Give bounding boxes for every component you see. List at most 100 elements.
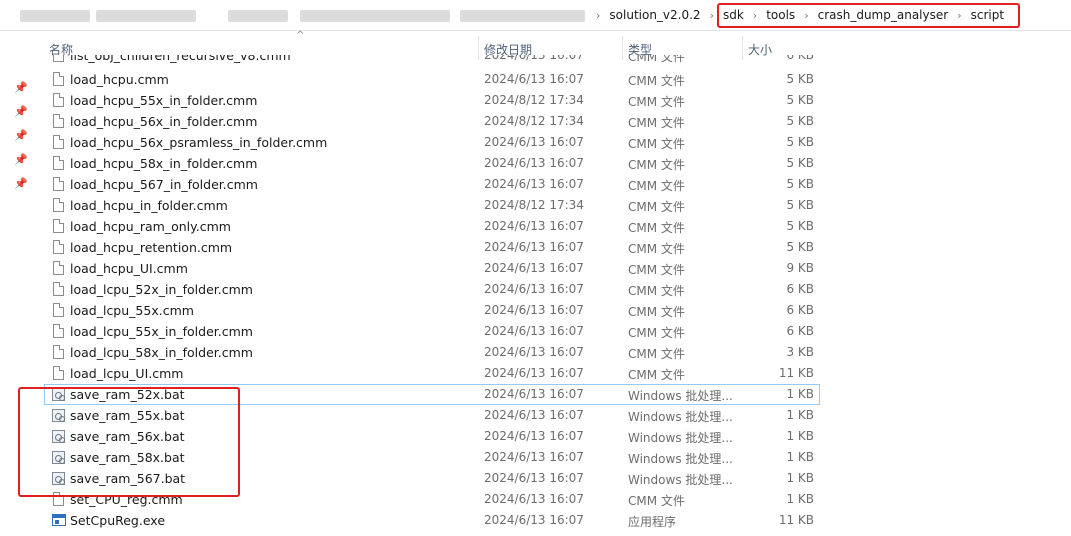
document-icon <box>53 492 64 506</box>
file-date: 2024/6/13 16:07 <box>484 303 584 317</box>
file-row[interactable]: save_ram_567.bat 2024/6/13 16:07 Windows 批… <box>44 468 820 489</box>
file-date: 2024/6/13 16:07 <box>484 366 584 380</box>
file-row[interactable]: load_lcpu_58x_in_folder.cmm 2024/6/13 16:… <box>44 342 820 363</box>
address-bar[interactable]: › solution_v2.0.2 › sdk › tools › crash_… <box>0 0 1071 31</box>
file-type: CMM 文件 <box>628 326 685 340</box>
file-date: 2024/6/13 16:07 <box>484 177 584 191</box>
file-type: CMM 文件 <box>628 494 685 508</box>
file-date: 2024/6/13 16:07 <box>484 429 584 443</box>
file-date: 2024/6/13 16:07 <box>484 261 584 275</box>
file-name: save_ram_567.bat <box>70 471 186 486</box>
breadcrumb-crash-dump-analyser[interactable]: crash_dump_analyser <box>818 8 949 22</box>
file-type: Windows 批处理... <box>628 431 733 445</box>
file-row[interactable]: SetCpuReg.exe 2024/6/13 16:07 应用程序 11 KB <box>44 510 820 531</box>
file-type: CMM 文件 <box>628 74 685 88</box>
batch-file-icon <box>52 472 65 485</box>
file-row[interactable]: load_hcpu_56x_in_folder.cmm 2024/8/12 17:… <box>44 111 820 132</box>
file-date: 2024/6/13 16:07 <box>484 408 584 422</box>
file-row[interactable]: load_hcpu_56x_psramless_in_folder.cmm 202… <box>44 132 820 153</box>
document-icon <box>53 198 64 212</box>
file-row[interactable]: load_lcpu_UI.cmm 2024/6/13 16:07 CMM 文件 11 … <box>44 363 820 384</box>
breadcrumb-script[interactable]: script <box>971 8 1004 22</box>
file-row[interactable]: load_lcpu_52x_in_folder.cmm 2024/6/13 16:… <box>44 279 820 300</box>
document-icon <box>53 240 64 254</box>
file-size: 5 KB <box>786 240 814 254</box>
file-date: 2024/8/12 17:34 <box>484 93 584 107</box>
file-row[interactable]: save_ram_55x.bat 2024/6/13 16:07 Windows 批… <box>44 405 820 426</box>
file-type: Windows 批处理... <box>628 410 733 424</box>
file-row[interactable]: load_lcpu_55x_in_folder.cmm 2024/6/13 16:… <box>44 321 820 342</box>
file-row[interactable]: load_hcpu_567_in_folder.cmm 2024/6/13 16:… <box>44 174 820 195</box>
file-size: 9 KB <box>786 261 814 275</box>
breadcrumb-solution[interactable]: solution_v2.0.2 <box>609 8 700 22</box>
pin-icon[interactable]: 📌 <box>14 154 28 166</box>
file-type: CMM 文件 <box>628 284 685 298</box>
file-row[interactable]: list_obj_children_recursive_v8.cmm 2024/6… <box>44 55 820 69</box>
file-size: 6 KB <box>786 55 814 62</box>
file-row[interactable]: load_hcpu_ram_only.cmm 2024/6/13 16:07 CMM… <box>44 216 820 237</box>
file-row[interactable]: save_ram_56x.bat 2024/6/13 16:07 Windows 批… <box>44 426 820 447</box>
redacted-path-segment <box>460 10 585 22</box>
file-size: 5 KB <box>786 72 814 86</box>
file-name: load_hcpu_ram_only.cmm <box>70 219 231 234</box>
file-row[interactable]: load_hcpu_UI.cmm 2024/6/13 16:07 CMM 文件 9 K… <box>44 258 820 279</box>
file-name: SetCpuReg.exe <box>70 513 166 528</box>
file-row[interactable]: load_hcpu_retention.cmm 2024/6/13 16:07 CM… <box>44 237 820 258</box>
breadcrumb-tools[interactable]: tools <box>766 8 795 22</box>
chevron-right-icon: › <box>752 8 758 22</box>
document-icon <box>53 114 64 128</box>
breadcrumb-sdk[interactable]: sdk <box>723 8 744 22</box>
pin-icon[interactable]: 📌 <box>14 130 28 142</box>
file-size: 1 KB <box>786 429 814 443</box>
file-type: CMM 文件 <box>628 200 685 214</box>
redacted-path-segment <box>20 10 90 22</box>
file-row[interactable]: load_lcpu_55x.cmm 2024/6/13 16:07 CMM 文件 6 … <box>44 300 820 321</box>
file-row[interactable]: save_ram_58x.bat 2024/6/13 16:07 Windows 批… <box>44 447 820 468</box>
pin-icon[interactable]: 📌 <box>14 106 28 118</box>
file-name: load_lcpu_55x_in_folder.cmm <box>70 324 253 339</box>
file-size: 1 KB <box>786 471 814 485</box>
document-icon <box>53 72 64 86</box>
file-size: 1 KB <box>786 450 814 464</box>
file-row[interactable]: load_hcpu.cmm 2024/6/13 16:07 CMM 文件 5 KB <box>44 69 820 90</box>
file-row[interactable]: load_hcpu_55x_in_folder.cmm 2024/8/12 17:… <box>44 90 820 111</box>
application-icon <box>52 514 66 526</box>
file-name: load_hcpu_56x_psramless_in_folder.cmm <box>70 135 328 150</box>
file-size: 5 KB <box>786 177 814 191</box>
chevron-right-icon: › <box>804 8 809 22</box>
batch-file-icon <box>52 409 65 422</box>
file-type: CMM 文件 <box>628 263 685 277</box>
document-icon <box>53 261 64 275</box>
file-name: load_hcpu.cmm <box>70 72 169 87</box>
document-icon <box>53 135 64 149</box>
file-date: 2024/6/13 16:07 <box>484 240 584 254</box>
file-date: 2024/6/13 16:07 <box>484 282 584 296</box>
file-date: 2024/6/13 16:07 <box>484 471 584 485</box>
file-row[interactable]: save_ram_52x.bat 2024/6/13 16:07 Windows 批… <box>44 384 820 405</box>
batch-file-icon <box>52 388 65 401</box>
file-name: load_hcpu_in_folder.cmm <box>70 198 228 213</box>
redacted-path-segment <box>96 10 196 22</box>
document-icon <box>53 345 64 359</box>
file-row[interactable]: load_hcpu_58x_in_folder.cmm 2024/6/13 16:… <box>44 153 820 174</box>
file-row[interactable]: set_CPU_reg.cmm 2024/6/13 16:07 CMM 文件 1 KB <box>44 489 820 510</box>
file-date: 2024/6/13 16:07 <box>484 324 584 338</box>
chevron-right-icon: › <box>596 8 601 22</box>
file-list: list_obj_children_recursive_v8.cmm 2024/6… <box>44 55 820 531</box>
file-type: Windows 批处理... <box>628 473 733 487</box>
file-type: CMM 文件 <box>628 179 685 193</box>
file-size: 1 KB <box>786 387 814 401</box>
file-size: 3 KB <box>786 345 814 359</box>
file-name: save_ram_58x.bat <box>70 450 185 465</box>
file-size: 5 KB <box>786 114 814 128</box>
file-type: CMM 文件 <box>628 55 685 64</box>
file-row[interactable]: load_hcpu_in_folder.cmm 2024/8/12 17:34 CM… <box>44 195 820 216</box>
document-icon <box>53 219 64 233</box>
file-date: 2024/6/13 16:07 <box>484 513 584 527</box>
file-type: Windows 批处理... <box>628 389 733 403</box>
document-icon <box>53 324 64 338</box>
file-type: Windows 批处理... <box>628 452 733 466</box>
pin-icon[interactable]: 📌 <box>14 178 28 190</box>
file-name: load_lcpu_52x_in_folder.cmm <box>70 282 253 297</box>
pin-icon[interactable]: 📌 <box>14 82 28 94</box>
